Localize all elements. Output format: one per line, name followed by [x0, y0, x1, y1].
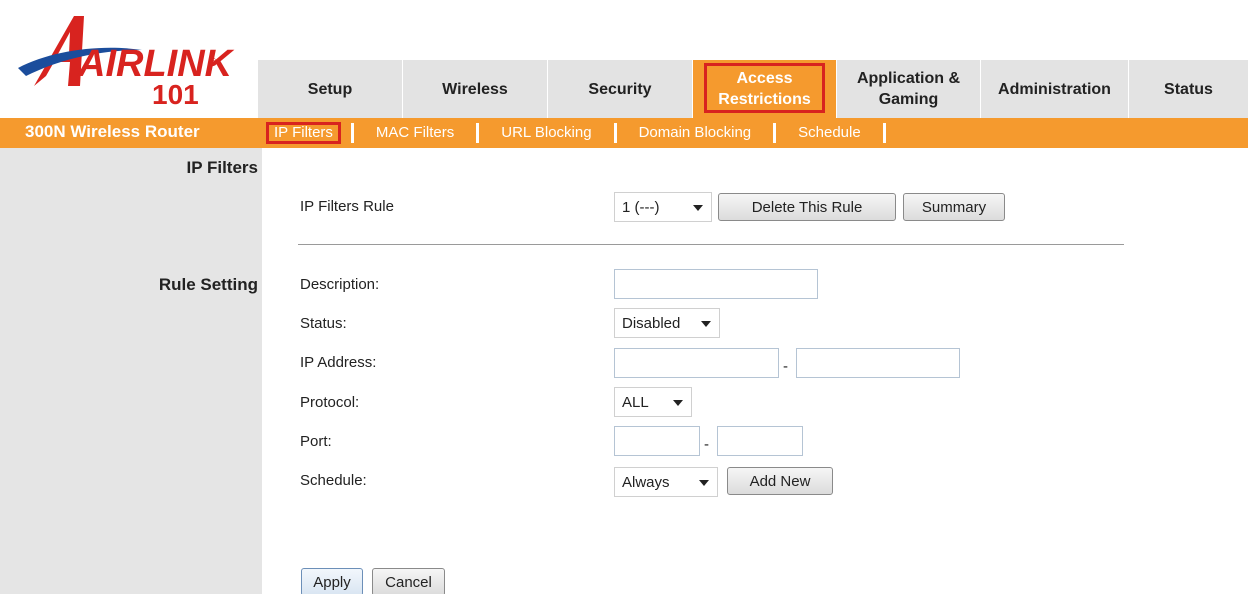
tab-label: Administration [998, 80, 1111, 98]
main-nav: Setup Wireless Security Access Restricti… [258, 60, 1248, 118]
section-title-ip-filters: IP Filters [186, 158, 259, 177]
subtab-label: URL Blocking [501, 124, 592, 141]
port-label: Port: [300, 433, 332, 450]
header: AIRLINK ® 101 Setup Wireless Security Ac… [0, 0, 1248, 118]
separator [882, 123, 886, 143]
subtab-domain-blocking[interactable]: Domain Blocking [627, 122, 764, 144]
schedule-label: Schedule: [300, 472, 367, 489]
apply-button[interactable]: Apply [301, 568, 363, 594]
range-separator: - [704, 436, 709, 453]
select-value: Disabled [622, 314, 681, 332]
tab-label: Security [588, 80, 652, 98]
ip-filters-rule-label: IP Filters Rule [300, 198, 394, 215]
range-separator: - [783, 358, 788, 375]
ip-end-input[interactable] [796, 348, 960, 378]
select-value: 1 (---) [622, 198, 660, 216]
separator [773, 123, 777, 143]
subtab-label: Domain Blocking [638, 124, 752, 141]
chevron-down-icon [693, 205, 703, 211]
logo-number: 101 [152, 79, 199, 110]
divider [298, 244, 1124, 245]
description-input[interactable] [614, 269, 818, 299]
status-label: Status: [300, 315, 347, 332]
subtab-mac-filters[interactable]: MAC Filters [364, 122, 466, 144]
subtab-ip-filters[interactable]: IP Filters [266, 122, 341, 144]
chevron-down-icon [701, 321, 711, 327]
ip-start-input[interactable] [614, 348, 779, 378]
tab-status[interactable]: Status [1129, 60, 1248, 118]
airlink-logo-graphic: AIRLINK ® 101 [18, 16, 235, 110]
svg-text:®: ® [209, 57, 217, 69]
ip-address-label: IP Address: [300, 354, 377, 371]
tab-setup[interactable]: Setup [258, 60, 403, 118]
tab-label: Setup [307, 80, 353, 98]
separator [476, 123, 480, 143]
sub-nav-bar: 300N Wireless Router IP Filters MAC Filt… [0, 118, 1248, 148]
section-sidebar: IP Filters Rule Setting [0, 148, 262, 594]
tab-security[interactable]: Security [548, 60, 693, 118]
airlink-logo[interactable]: AIRLINK ® 101 [12, 10, 242, 110]
summary-button[interactable]: Summary [903, 193, 1005, 221]
subtab-label: Schedule [798, 124, 861, 141]
tab-label: Access Restrictions [718, 70, 811, 108]
tab-access-restrictions[interactable]: Access Restrictions [693, 60, 837, 118]
subtab-url-blocking[interactable]: URL Blocking [489, 122, 603, 144]
protocol-label: Protocol: [300, 394, 360, 411]
port-end-input[interactable] [717, 426, 803, 456]
description-label: Description: [300, 276, 380, 293]
router-model-name: 300N Wireless Router [25, 122, 200, 141]
port-start-input[interactable] [614, 426, 700, 456]
schedule-select[interactable]: Always [614, 467, 718, 497]
separator [613, 123, 617, 143]
cancel-button[interactable]: Cancel [372, 568, 445, 594]
select-value: Always [622, 473, 670, 491]
sub-nav: IP Filters MAC Filters URL Blocking Doma… [266, 118, 896, 148]
delete-rule-button[interactable]: Delete This Rule [718, 193, 896, 221]
tab-application-gaming[interactable]: Application & Gaming [837, 60, 981, 118]
section-title-rule-setting: Rule Setting [158, 275, 258, 294]
status-select[interactable]: Disabled [614, 308, 720, 338]
chevron-down-icon [699, 480, 709, 486]
subtab-label: MAC Filters [375, 124, 455, 141]
tab-label: Wireless [442, 80, 508, 98]
chevron-down-icon [673, 400, 683, 406]
router-admin-page: AIRLINK ® 101 Setup Wireless Security Ac… [0, 0, 1248, 594]
add-new-schedule-button[interactable]: Add New [727, 467, 833, 495]
subtab-schedule[interactable]: Schedule [786, 122, 873, 144]
separator [350, 123, 354, 143]
ip-filters-rule-select[interactable]: 1 (---) [614, 192, 712, 222]
select-value: ALL [622, 393, 649, 411]
tab-label: Application & Gaming [856, 70, 961, 108]
protocol-select[interactable]: ALL [614, 387, 692, 417]
subtab-label: IP Filters [274, 124, 333, 141]
tab-label: Status [1164, 80, 1213, 98]
tab-administration[interactable]: Administration [981, 60, 1129, 118]
tab-wireless[interactable]: Wireless [403, 60, 548, 118]
